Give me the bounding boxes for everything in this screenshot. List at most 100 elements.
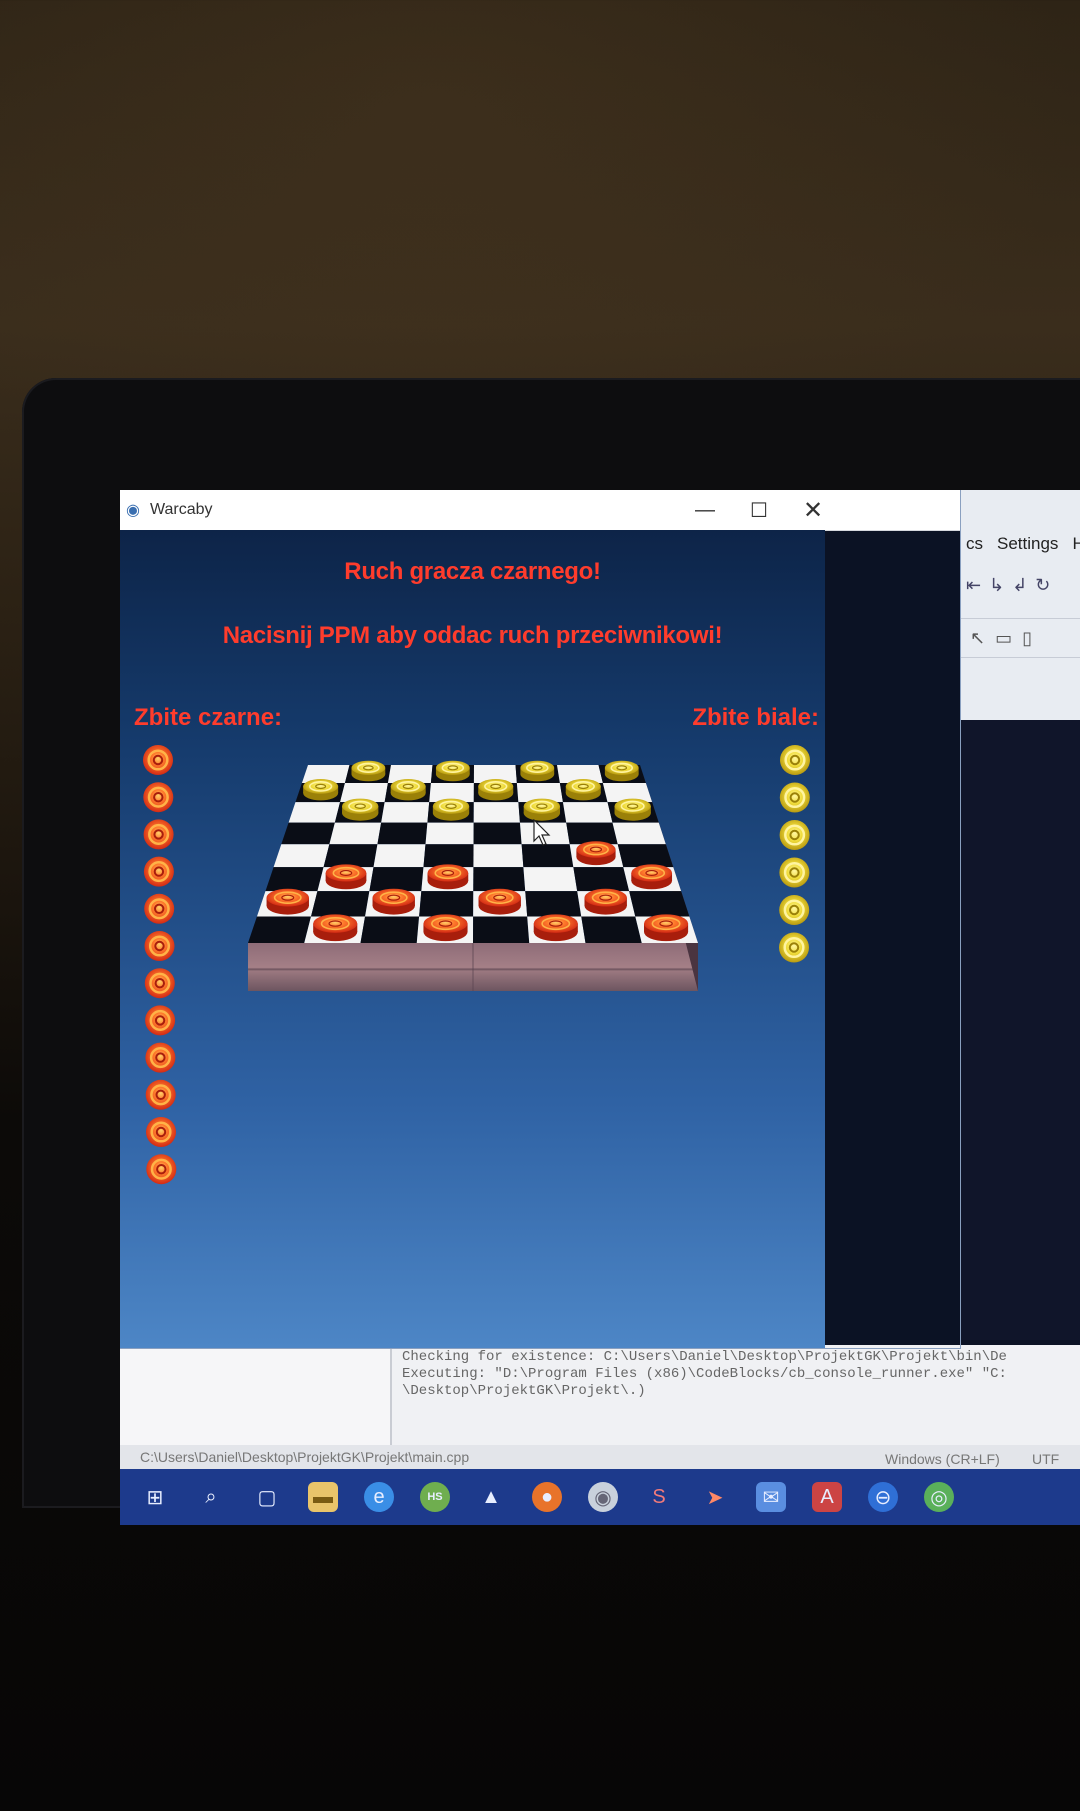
- window-titlebar[interactable]: ◉ Warcaby — ☐ ✕: [120, 490, 960, 531]
- log-line: Executing: "D:\Program Files (x86)\CodeB…: [402, 1366, 1007, 1382]
- step-icon[interactable]: ⇤: [966, 575, 981, 596]
- captured-white-label: Zbite biale:: [692, 704, 819, 731]
- log-line: \Desktop\ProjektGK\Projekt\.): [402, 1383, 646, 1399]
- chrome-icon[interactable]: ◎: [924, 1482, 954, 1512]
- board-square: [323, 844, 378, 868]
- board-square: [573, 867, 630, 892]
- red-piece: [372, 888, 415, 915]
- yellow-piece: [523, 798, 561, 821]
- yellow-piece: [779, 857, 810, 888]
- maximize-button[interactable]: ☐: [732, 490, 786, 530]
- yellow-piece: [432, 798, 470, 821]
- captured-black-label: Zbite czarne:: [134, 704, 283, 731]
- pointer-icon[interactable]: ↖: [970, 628, 985, 649]
- app-eye-icon: ◉: [126, 502, 140, 519]
- red-piece: [144, 893, 175, 924]
- ide-editor-area: [960, 720, 1080, 1340]
- red-piece: [143, 745, 173, 775]
- inkscape-icon[interactable]: ▲: [476, 1482, 506, 1512]
- ide-menu-item-tools[interactable]: cs: [966, 534, 983, 554]
- board-square: [629, 891, 690, 917]
- board-square: [617, 844, 674, 868]
- board-square: [273, 844, 330, 868]
- red-piece: [145, 1005, 176, 1036]
- ide-toolbar-secondary: ↖ ▭ ▯: [960, 618, 1080, 658]
- board-square: [562, 802, 613, 823]
- ide-menu-item-help[interactable]: H: [1072, 534, 1080, 554]
- disc-icon[interactable]: ◉: [588, 1482, 618, 1512]
- yellow-piece: [604, 760, 639, 782]
- mouse-cursor-icon: [533, 819, 551, 846]
- red-piece: [145, 1079, 176, 1110]
- arrow-app-icon[interactable]: ➤: [700, 1482, 730, 1512]
- yellow-piece: [342, 798, 379, 821]
- board-square: [473, 802, 520, 823]
- turn-message: Ruch gracza czarnego!: [344, 558, 601, 585]
- red-piece: [325, 864, 367, 890]
- continue-icon[interactable]: ↻: [1035, 575, 1050, 596]
- minimize-button[interactable]: —: [678, 490, 732, 530]
- window-title: Warcaby: [150, 501, 213, 518]
- yellow-piece: [780, 745, 810, 775]
- red-piece: [144, 931, 175, 961]
- close-button[interactable]: ✕: [786, 490, 840, 530]
- game-window: ◉ Warcaby — ☐ ✕ Ruch gracza czarnego! Na…: [120, 490, 960, 1348]
- yellow-piece: [779, 895, 810, 925]
- board-square: [329, 822, 382, 845]
- rectangle-icon[interactable]: ▭: [995, 628, 1012, 649]
- red-piece: [143, 856, 174, 887]
- yellow-piece: [390, 779, 426, 801]
- checkers-board-scene[interactable]: [120, 530, 825, 1348]
- red-piece: [146, 1154, 177, 1185]
- yellow-piece: [478, 779, 514, 801]
- mail-icon[interactable]: ✉: [756, 1482, 786, 1512]
- step-out-icon[interactable]: ↲: [1012, 575, 1027, 596]
- task-view-icon[interactable]: ▢: [252, 1482, 282, 1512]
- board-square: [473, 916, 530, 943]
- red-piece: [478, 888, 521, 915]
- board-square: [281, 822, 335, 845]
- firefox-icon[interactable]: ●: [532, 1482, 562, 1512]
- yellow-piece: [779, 932, 809, 963]
- yellow-piece: [303, 779, 339, 801]
- red-piece: [313, 914, 358, 942]
- windows-taskbar: ⊞ ⌕ ▢ ▬ e HS ▲ ● ◉ S ➤ ✉ A ⊖ ◎: [120, 1469, 1080, 1525]
- board-square: [310, 891, 370, 917]
- board-square: [525, 891, 582, 917]
- yellow-piece: [435, 760, 470, 782]
- board-square: [381, 802, 430, 823]
- hint-message: Nacisnij PPM aby oddac ruch przeciwnikow…: [222, 622, 723, 649]
- board-square: [248, 916, 311, 943]
- red-piece: [145, 1042, 176, 1073]
- file-explorer-icon[interactable]: ▬: [308, 1482, 338, 1512]
- step-into-icon[interactable]: ↳: [989, 575, 1004, 596]
- windows-start-icon[interactable]: ⊞: [140, 1482, 170, 1512]
- red-piece: [427, 864, 469, 890]
- hs-icon[interactable]: HS: [420, 1482, 450, 1512]
- ide-status-bar: C:\Users\Daniel\Desktop\ProjektGK\Projek…: [120, 1445, 1080, 1469]
- ide-menu-item-settings[interactable]: Settings: [997, 534, 1058, 554]
- log-panel-tabs: [120, 1345, 392, 1445]
- red-piece: [631, 864, 673, 890]
- board-square: [581, 916, 642, 943]
- search-icon[interactable]: ⌕: [196, 1482, 226, 1512]
- yellow-piece: [779, 820, 810, 850]
- board-square: [377, 822, 428, 845]
- edge-icon[interactable]: e: [364, 1482, 394, 1512]
- status-encoding: UTF: [1032, 1451, 1060, 1467]
- red-piece: [584, 888, 627, 915]
- box-icon[interactable]: ▯: [1022, 628, 1032, 649]
- monitor-screen: cs Settings H ⇤ ↳ ↲ ↻ ↖ ▭ ▯ Checking for…: [120, 490, 1080, 1525]
- game-canvas[interactable]: Ruch gracza czarnego! Nacisnij PPM aby o…: [120, 530, 825, 1348]
- dictionary-icon[interactable]: A: [812, 1482, 842, 1512]
- captured-white-pieces: [779, 745, 810, 963]
- yellow-piece: [565, 779, 601, 801]
- board-square: [373, 844, 426, 868]
- app-s-icon[interactable]: S: [644, 1482, 674, 1512]
- red-piece: [266, 888, 309, 915]
- board-square: [288, 802, 341, 823]
- yellow-piece: [351, 760, 386, 782]
- red-piece: [143, 819, 174, 850]
- log-line: Checking for existence: C:\Users\Daniel\…: [402, 1349, 1007, 1365]
- blue-app-icon[interactable]: ⊖: [868, 1482, 898, 1512]
